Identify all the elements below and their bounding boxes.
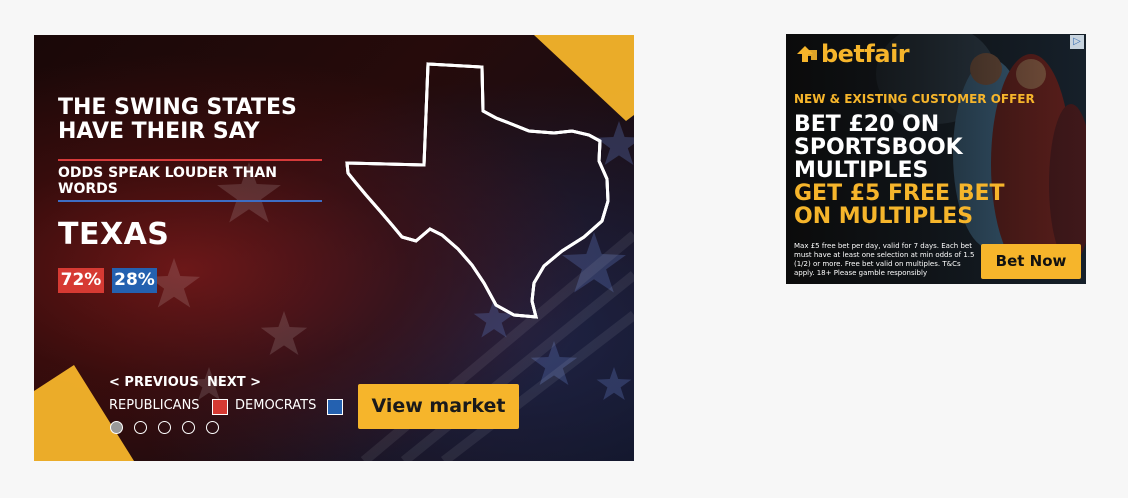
headline-line: GET £5 FREE BET — [794, 181, 1005, 206]
next-button[interactable]: NEXT > — [207, 375, 261, 390]
headline-line: ON MULTIPLES — [794, 204, 974, 229]
legend-republicans-swatch — [212, 399, 228, 415]
divider — [58, 159, 322, 161]
carousel-dot[interactable] — [182, 421, 195, 434]
legend-democrats-swatch — [327, 399, 343, 415]
offer-label: NEW & EXISTING CUSTOMER OFFER — [794, 92, 1035, 106]
state-name: TEXAS — [58, 217, 170, 252]
offer-headline: BET £20 ON SPORTSBOOK MULTIPLES — [794, 113, 963, 182]
ad-headline: THE SWING STATES HAVE THEIR SAY — [58, 96, 297, 144]
carousel-dot[interactable] — [134, 421, 147, 434]
headline-line: BET £20 ON — [794, 112, 940, 137]
democrat-region — [535, 62, 610, 319]
texas-map — [345, 62, 610, 319]
carousel-dot[interactable] — [206, 421, 219, 434]
headline-line: SPORTSBOOK — [794, 135, 963, 160]
divider — [58, 200, 322, 202]
republican-region — [345, 62, 535, 319]
republican-percentage: 72% — [58, 268, 104, 293]
democrat-percentage: 28% — [112, 268, 157, 293]
adchoices-icon[interactable]: ▷ — [1070, 35, 1084, 49]
headline-line: THE SWING STATES — [58, 95, 297, 120]
previous-button[interactable]: < PREVIOUS — [109, 375, 199, 390]
legend-democrats-label: DEMOCRATS — [235, 398, 317, 413]
bet-now-button[interactable]: Bet Now — [981, 244, 1081, 279]
headline-line: HAVE THEIR SAY — [58, 119, 260, 144]
betfair-logo[interactable]: betfair — [795, 40, 910, 68]
legend-republicans-label: REPUBLICANS — [109, 398, 200, 413]
headline-line: MULTIPLES — [794, 158, 929, 183]
terms-text: Max £5 free bet per day, valid for 7 day… — [794, 242, 975, 277]
carousel-dot[interactable] — [110, 421, 123, 434]
swing-states-ad[interactable]: THE SWING STATES HAVE THEIR SAY ODDS SPE… — [34, 35, 634, 461]
carousel-dot[interactable] — [158, 421, 171, 434]
betfair-logo-text: betfair — [821, 40, 910, 68]
betfair-ad[interactable]: betfair ▷ NEW & EXISTING CUSTOMER OFFER … — [786, 34, 1086, 284]
betfair-arrows-icon — [797, 46, 817, 62]
ad-subheading: ODDS SPEAK LOUDER THAN WORDS — [58, 165, 277, 197]
free-bet-headline: GET £5 FREE BET ON MULTIPLES — [794, 182, 1005, 228]
view-market-button[interactable]: View market — [358, 384, 519, 429]
